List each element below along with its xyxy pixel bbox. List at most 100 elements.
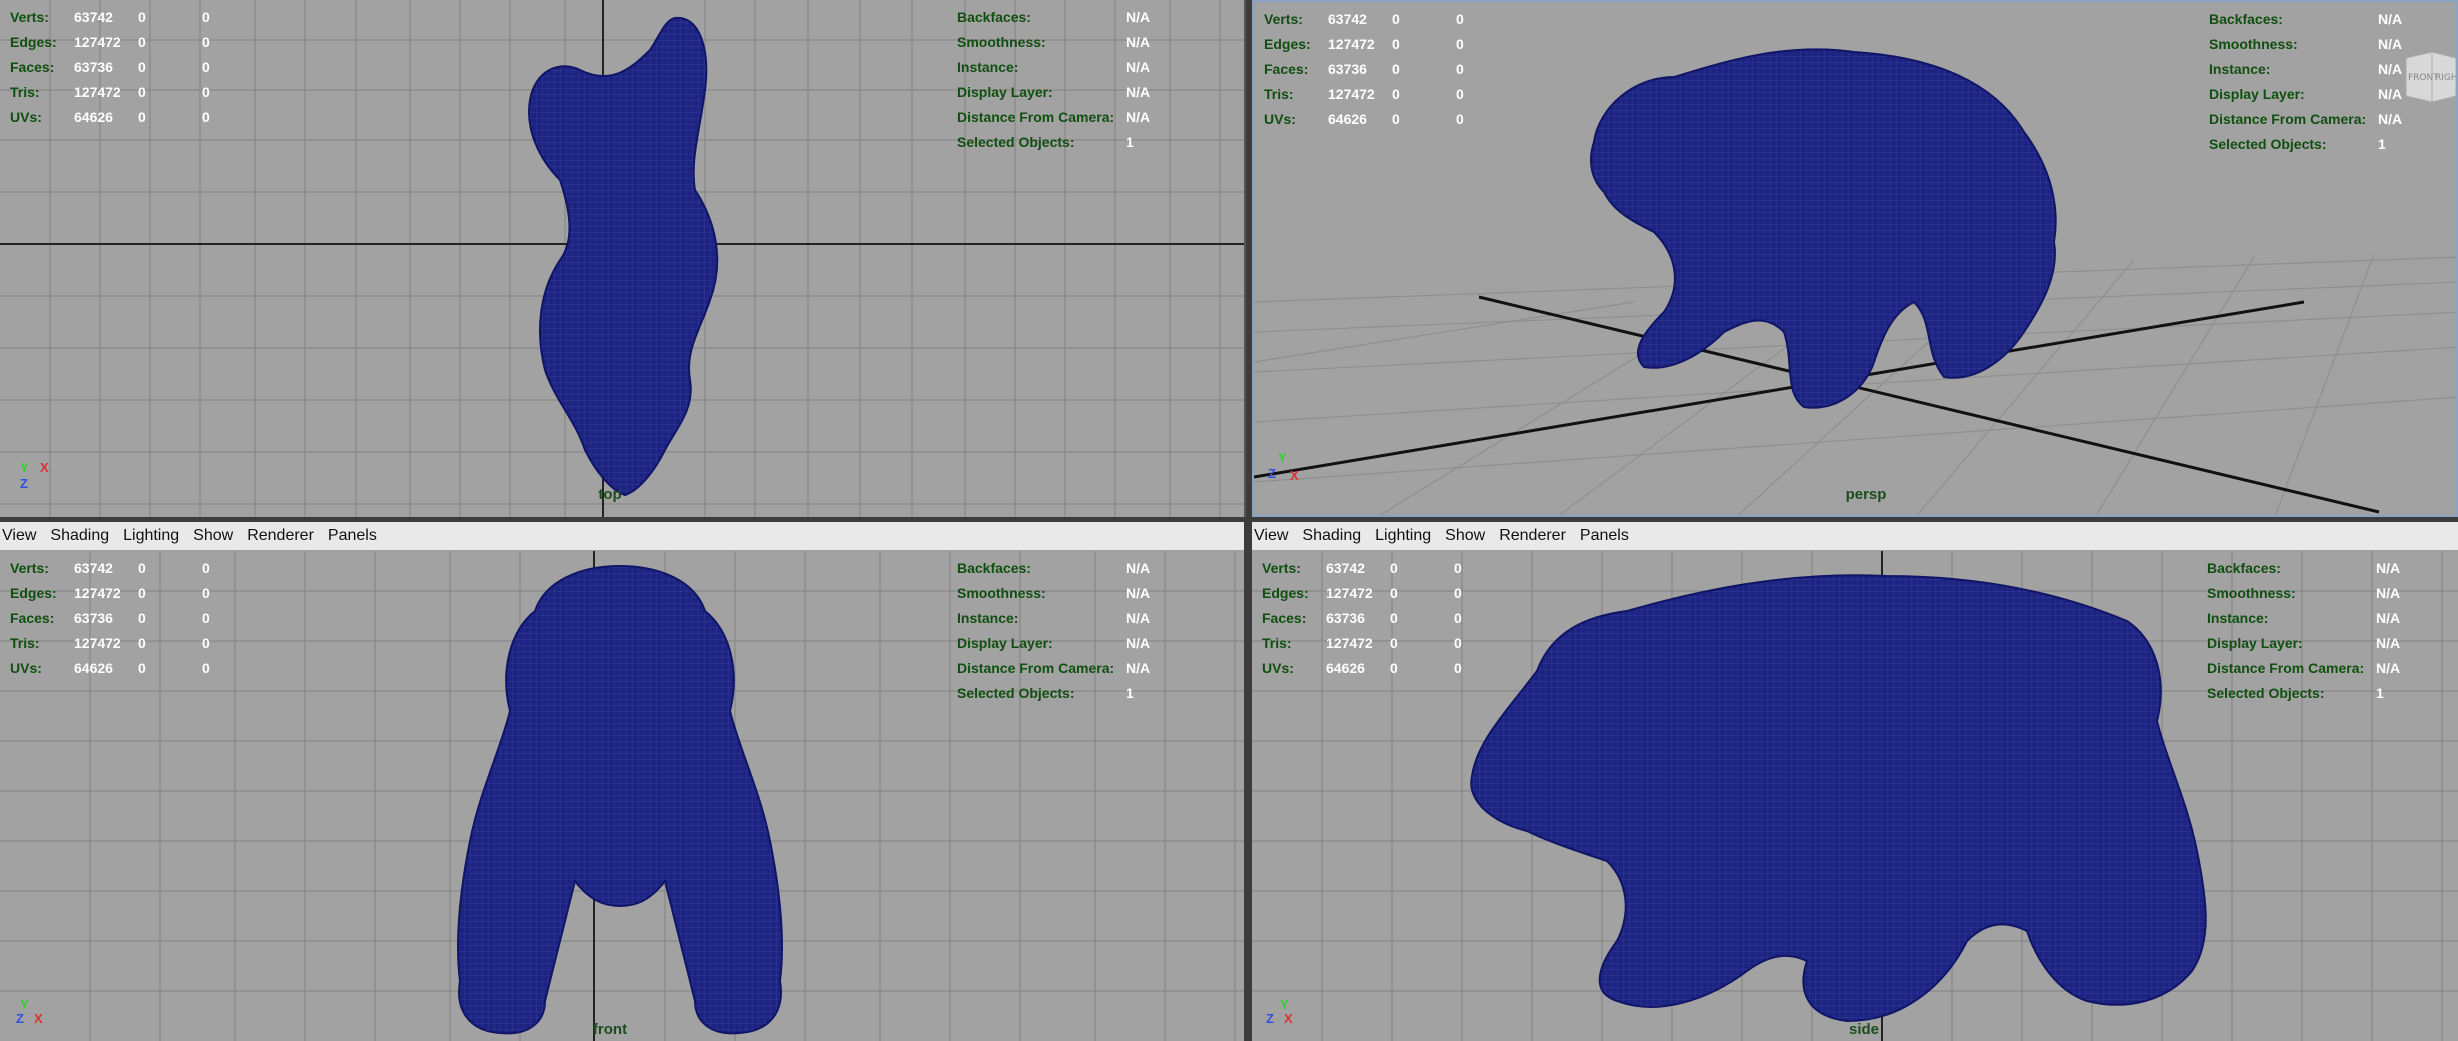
hud-label: Distance From Camera: [2209, 110, 2367, 127]
hud-value: 0 [1390, 584, 1398, 601]
hud-value: 0 [1456, 35, 1464, 52]
hud-object-details: Backfaces: N/A Smoothness: N/A Instance: N/… [2207, 555, 2436, 705]
hud-label: UVs: [1264, 110, 1296, 127]
panel-menubar: View Shading Lighting Show Renderer Pane… [0, 522, 1244, 551]
hud-label: Tris: [1262, 634, 1292, 651]
hud-value: N/A [2378, 110, 2403, 127]
hud-value: 0 [1454, 559, 1462, 576]
hud-value: N/A [2376, 559, 2401, 576]
hud-value: 127472 [74, 584, 121, 601]
hud-value: N/A [1126, 83, 1151, 100]
hud-value: 0 [138, 659, 146, 676]
hud-label: Verts: [1264, 10, 1303, 27]
viewcube-icon[interactable]: FRONT RIGHT [2402, 46, 2456, 104]
hud-value: 0 [1392, 110, 1400, 127]
viewport-canvas[interactable]: Verts: 63742 0 0 Edges: 127472 0 0 Faces: 63736… [0, 551, 1244, 1041]
menu-show[interactable]: Show [193, 527, 233, 545]
hud-value: 0 [1390, 559, 1398, 576]
hud-value: 127472 [1326, 634, 1373, 651]
hud-value: 0 [202, 58, 210, 75]
menu-renderer[interactable]: Renderer [247, 527, 314, 545]
hud-value: 0 [1454, 609, 1462, 626]
hud-value: 0 [202, 559, 210, 576]
axis-z-label: Z [1268, 466, 1276, 481]
hud-value: 0 [202, 659, 210, 676]
hud-value: 127472 [1328, 35, 1375, 52]
menu-panels[interactable]: Panels [328, 527, 377, 545]
hud-label: Display Layer: [957, 634, 1053, 651]
menu-lighting[interactable]: Lighting [123, 527, 179, 545]
hud-label: UVs: [10, 659, 42, 676]
hud-label: Smoothness: [2209, 35, 2298, 52]
hud-value: 0 [202, 8, 210, 25]
hud-value: 1 [2376, 684, 2384, 701]
hud-value: 0 [138, 634, 146, 651]
hud-value: 0 [1390, 659, 1398, 676]
hud-value: 1 [1126, 684, 1134, 701]
camera-name: top [598, 486, 622, 503]
axis-z-label: Z [1266, 1011, 1274, 1026]
hud-value: 64626 [1328, 110, 1367, 127]
hud-value: 0 [138, 108, 146, 125]
hud-label: Display Layer: [2207, 634, 2303, 651]
hud-value: 0 [202, 584, 210, 601]
menu-shading[interactable]: Shading [1302, 527, 1361, 545]
hud-label: Faces: [1262, 609, 1307, 626]
hud-label: Selected Objects: [2209, 135, 2327, 152]
hud-label: Edges: [10, 584, 57, 601]
hud-label: Verts: [10, 559, 49, 576]
axis-y-label: Y [20, 460, 29, 475]
hud-label: Edges: [10, 33, 57, 50]
hud-value: 0 [202, 609, 210, 626]
hud-label: Tris: [10, 83, 40, 100]
viewport-front[interactable]: View Shading Lighting Show Renderer Pane… [0, 522, 1244, 1041]
hud-value: N/A [1126, 33, 1151, 50]
hud-value: 0 [138, 584, 146, 601]
hud-value: N/A [1126, 634, 1151, 651]
bear-mesh-front[interactable] [440, 561, 800, 1041]
menu-lighting[interactable]: Lighting [1375, 527, 1431, 545]
hud-object-details: Backfaces: N/A Smoothness: N/A Instance: N/… [957, 555, 1186, 705]
hud-value: 0 [138, 8, 146, 25]
viewport-canvas[interactable]: Verts: 63742 0 0 Edges: 127472 0 0 Faces: 63736… [1252, 551, 2458, 1041]
viewport-canvas[interactable]: Verts: 63742 0 0 Edges: 127472 0 0 Faces: 63736… [1254, 2, 2456, 515]
hud-value: 1 [1126, 133, 1134, 150]
viewport-top[interactable]: Verts: 63742 0 0 Edges: 127472 0 0 Faces: 63736… [0, 0, 1246, 517]
hud-value: N/A [2376, 659, 2401, 676]
hud-value: N/A [1126, 584, 1151, 601]
hud-value: 0 [1392, 60, 1400, 77]
hud-value: 127472 [74, 634, 121, 651]
hud-label: Verts: [1262, 559, 1301, 576]
menu-view[interactable]: View [1254, 527, 1288, 545]
hud-value: 0 [1390, 609, 1398, 626]
hud-value: 127472 [74, 33, 121, 50]
menu-renderer[interactable]: Renderer [1499, 527, 1566, 545]
hud-label: UVs: [10, 108, 42, 125]
hud-value: 0 [1390, 634, 1398, 651]
menu-show[interactable]: Show [1445, 527, 1485, 545]
viewport-side[interactable]: View Shading Lighting Show Renderer Pane… [1252, 522, 2458, 1041]
hud-value: 63736 [1328, 60, 1367, 77]
hud-label: Smoothness: [957, 33, 1046, 50]
camera-name: front [592, 1021, 628, 1038]
hud-poly-count: Verts: 63742 0 0 Edges: 127472 0 0 Faces: 63736… [1264, 6, 1496, 131]
menu-shading[interactable]: Shading [50, 527, 109, 545]
viewport-canvas[interactable]: Verts: 63742 0 0 Edges: 127472 0 0 Faces: 63736… [0, 0, 1244, 517]
bear-mesh-top[interactable] [500, 10, 730, 510]
hud-label: UVs: [1262, 659, 1294, 676]
bear-mesh-persp[interactable] [1554, 32, 2114, 422]
viewport-persp[interactable]: Verts: 63742 0 0 Edges: 127472 0 0 Faces: 63736… [1252, 0, 2458, 517]
hud-label: Display Layer: [2209, 85, 2305, 102]
hud-poly-count: Verts: 63742 0 0 Edges: 127472 0 0 Faces: 63736… [1262, 555, 1494, 680]
hud-value: N/A [1126, 559, 1151, 576]
bear-mesh-side[interactable] [1467, 561, 2247, 1041]
hud-value: N/A [1126, 108, 1151, 125]
hud-value: 0 [1392, 35, 1400, 52]
hud-label: Backfaces: [2207, 559, 2281, 576]
hud-value: 63742 [74, 559, 113, 576]
hud-value: 0 [138, 33, 146, 50]
menu-view[interactable]: View [2, 527, 36, 545]
hud-label: Tris: [10, 634, 40, 651]
menu-panels[interactable]: Panels [1580, 527, 1629, 545]
hud-value: 64626 [1326, 659, 1365, 676]
